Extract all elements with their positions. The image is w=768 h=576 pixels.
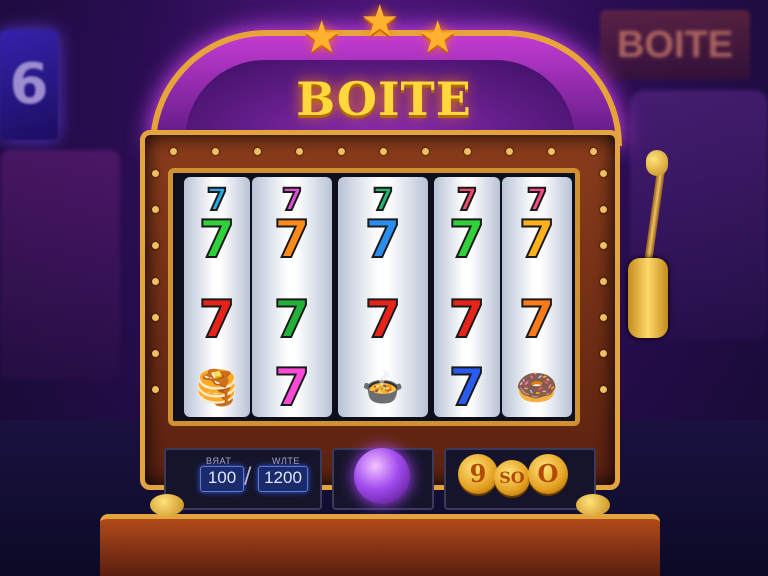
seven-symbol: 7 <box>448 357 486 419</box>
rivet <box>152 386 159 393</box>
ledge-knob-right <box>576 494 610 516</box>
seven-symbol: 7 <box>198 289 236 351</box>
star-icon: ★ <box>418 12 458 63</box>
background-slot-machine-left <box>0 150 120 380</box>
reel-5: 7 7 7 🍩 <box>502 177 572 417</box>
coin-icon: SO <box>494 460 530 496</box>
rivet <box>212 148 219 155</box>
rivet <box>600 170 607 177</box>
bet-value: 100 <box>200 466 244 492</box>
rivet <box>464 148 471 155</box>
seven-symbol: 7 <box>364 289 402 351</box>
rivet <box>254 148 261 155</box>
seven-symbol: 7 <box>198 209 236 271</box>
seven-symbol: 7 <box>273 289 311 351</box>
lever-base[interactable] <box>628 258 668 338</box>
seven-symbol: 7 <box>364 209 402 271</box>
reel-1: 7 7 7 🥞 <box>184 177 250 417</box>
rivet <box>170 148 177 155</box>
reel-4: 7777 <box>434 177 500 419</box>
rivet <box>152 170 159 177</box>
star-icon: ★ <box>360 0 400 47</box>
rivet <box>600 206 607 213</box>
rivet <box>600 278 607 285</box>
coin-icon: O <box>528 454 568 494</box>
seven-symbol: 7 <box>518 289 556 351</box>
seven-symbol: 7 <box>448 289 486 351</box>
win-value: 1200 <box>258 466 308 492</box>
seven-symbol: 7 <box>273 357 311 419</box>
food-symbol-icon: 🥞 <box>195 368 239 408</box>
seven-symbol: 7 <box>518 209 556 271</box>
rivet <box>422 148 429 155</box>
rivet <box>380 148 387 155</box>
rivet <box>152 350 159 357</box>
win-label: WЛTE <box>272 456 300 466</box>
ledge-knob-left <box>150 494 184 516</box>
background-neon-sign-right: BOITE <box>600 10 750 80</box>
rivet <box>506 148 513 155</box>
reel-2: 7777 <box>252 177 332 419</box>
background-neon-sign-left: 6 <box>0 30 58 140</box>
rivet <box>152 278 159 285</box>
rivet <box>600 386 607 393</box>
spin-button[interactable] <box>354 448 410 504</box>
rivet <box>600 350 607 357</box>
star-icon: ★ <box>302 12 342 63</box>
rivet <box>600 242 607 249</box>
rivet <box>600 314 607 321</box>
machine-title: BOITE <box>296 72 472 126</box>
machine-ledge <box>100 514 660 576</box>
rivet <box>548 148 555 155</box>
food-symbol-icon: 🍩 <box>515 368 559 408</box>
value-separator: / <box>244 464 252 489</box>
rivet <box>338 148 345 155</box>
bet-label: BЯAT <box>206 456 232 466</box>
rivet <box>152 206 159 213</box>
coin-icon: 9 <box>458 454 498 494</box>
seven-symbol: 7 <box>273 209 311 271</box>
rivet <box>152 242 159 249</box>
seven-symbol: 7 <box>448 209 486 271</box>
lever-knob-icon[interactable] <box>646 150 668 176</box>
rivet <box>590 148 597 155</box>
rivet <box>296 148 303 155</box>
reel-3: 7 7 7 🍲 <box>338 177 428 417</box>
rivet <box>152 314 159 321</box>
food-symbol-icon: 🍲 <box>361 368 405 408</box>
